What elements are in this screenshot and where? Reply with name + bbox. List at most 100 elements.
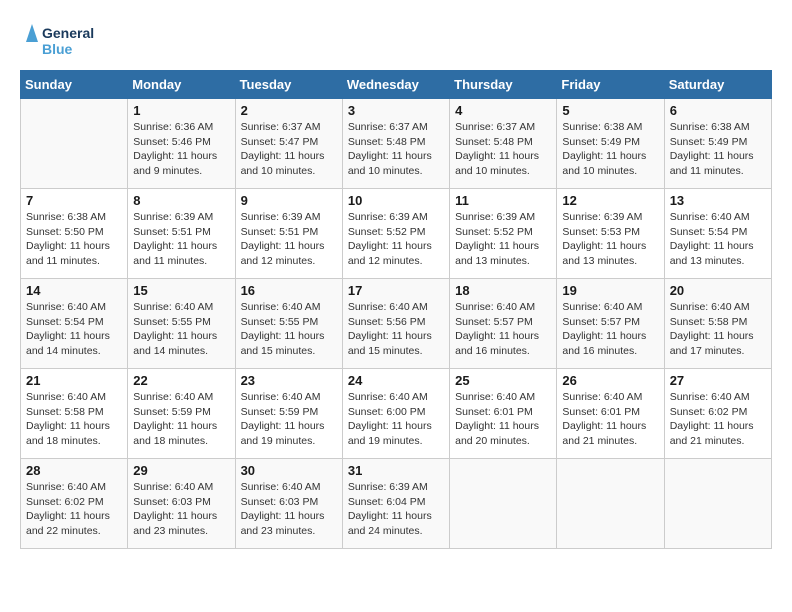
day-info: Sunrise: 6:40 AMSunset: 6:01 PMDaylight:… [562,390,658,449]
day-info: Sunrise: 6:38 AMSunset: 5:49 PMDaylight:… [670,120,766,179]
calendar-cell [664,459,771,549]
calendar-cell: 15 Sunrise: 6:40 AMSunset: 5:55 PMDayligh… [128,279,235,369]
day-number: 27 [670,373,766,388]
calendar-week-row: 7 Sunrise: 6:38 AMSunset: 5:50 PMDaylight… [21,189,772,279]
calendar-cell: 19 Sunrise: 6:40 AMSunset: 5:57 PMDayligh… [557,279,664,369]
day-number: 7 [26,193,122,208]
day-number: 31 [348,463,444,478]
day-info: Sunrise: 6:40 AMSunset: 6:01 PMDaylight:… [455,390,551,449]
day-info: Sunrise: 6:37 AMSunset: 5:48 PMDaylight:… [455,120,551,179]
day-number: 20 [670,283,766,298]
day-number: 18 [455,283,551,298]
calendar-cell: 10 Sunrise: 6:39 AMSunset: 5:52 PMDayligh… [342,189,449,279]
day-number: 15 [133,283,229,298]
day-number: 28 [26,463,122,478]
day-info: Sunrise: 6:40 AMSunset: 5:58 PMDaylight:… [26,390,122,449]
day-number: 3 [348,103,444,118]
calendar-week-row: 1 Sunrise: 6:36 AMSunset: 5:46 PMDaylight… [21,99,772,189]
day-number: 24 [348,373,444,388]
calendar-cell: 6 Sunrise: 6:38 AMSunset: 5:49 PMDaylight… [664,99,771,189]
weekday-header-monday: Monday [128,71,235,99]
day-number: 9 [241,193,337,208]
day-number: 22 [133,373,229,388]
calendar-week-row: 21Sunrise: 6:40 AMSunset: 5:58 PMDayligh… [21,369,772,459]
day-number: 8 [133,193,229,208]
calendar-cell [21,99,128,189]
weekday-header-saturday: Saturday [664,71,771,99]
day-info: Sunrise: 6:40 AMSunset: 6:02 PMDaylight:… [26,480,122,539]
logo: GeneralBlue [20,20,100,60]
day-info: Sunrise: 6:40 AMSunset: 5:58 PMDaylight:… [670,300,766,359]
day-info: Sunrise: 6:40 AMSunset: 6:02 PMDaylight:… [670,390,766,449]
day-info: Sunrise: 6:40 AMSunset: 5:57 PMDaylight:… [455,300,551,359]
day-info: Sunrise: 6:40 AMSunset: 5:54 PMDaylight:… [26,300,122,359]
calendar-week-row: 28 Sunrise: 6:40 AMSunset: 6:02 PMDayligh… [21,459,772,549]
calendar-cell: 16Sunrise: 6:40 AMSunset: 5:55 PMDayligh… [235,279,342,369]
day-number: 12 [562,193,658,208]
calendar-cell: 20 Sunrise: 6:40 AMSunset: 5:58 PMDayligh… [664,279,771,369]
calendar-cell: 24 Sunrise: 6:40 AMSunset: 6:00 PMDayligh… [342,369,449,459]
calendar-table: SundayMondayTuesdayWednesdayThursdayFrid… [20,70,772,549]
day-number: 14 [26,283,122,298]
weekday-header-wednesday: Wednesday [342,71,449,99]
day-number: 11 [455,193,551,208]
day-number: 1 [133,103,229,118]
day-info: Sunrise: 6:38 AMSunset: 5:49 PMDaylight:… [562,120,658,179]
weekday-header-row: SundayMondayTuesdayWednesdayThursdayFrid… [21,71,772,99]
day-info: Sunrise: 6:36 AMSunset: 5:46 PMDaylight:… [133,120,229,179]
day-info: Sunrise: 6:40 AMSunset: 5:59 PMDaylight:… [241,390,337,449]
day-info: Sunrise: 6:39 AMSunset: 5:51 PMDaylight:… [133,210,229,269]
day-info: Sunrise: 6:40 AMSunset: 6:00 PMDaylight:… [348,390,444,449]
svg-text:Blue: Blue [42,41,73,57]
day-info: Sunrise: 6:40 AMSunset: 5:55 PMDaylight:… [133,300,229,359]
day-info: Sunrise: 6:39 AMSunset: 5:53 PMDaylight:… [562,210,658,269]
day-info: Sunrise: 6:40 AMSunset: 5:57 PMDaylight:… [562,300,658,359]
weekday-header-tuesday: Tuesday [235,71,342,99]
day-info: Sunrise: 6:39 AMSunset: 5:51 PMDaylight:… [241,210,337,269]
day-number: 6 [670,103,766,118]
day-info: Sunrise: 6:40 AMSunset: 5:59 PMDaylight:… [133,390,229,449]
day-info: Sunrise: 6:40 AMSunset: 5:54 PMDaylight:… [670,210,766,269]
calendar-cell: 22 Sunrise: 6:40 AMSunset: 5:59 PMDayligh… [128,369,235,459]
svg-text:General: General [42,25,94,41]
day-info: Sunrise: 6:40 AMSunset: 6:03 PMDaylight:… [241,480,337,539]
calendar-cell: 9 Sunrise: 6:39 AMSunset: 5:51 PMDaylight… [235,189,342,279]
calendar-week-row: 14 Sunrise: 6:40 AMSunset: 5:54 PMDayligh… [21,279,772,369]
calendar-cell: 8 Sunrise: 6:39 AMSunset: 5:51 PMDaylight… [128,189,235,279]
day-number: 30 [241,463,337,478]
logo-svg: GeneralBlue [20,20,100,60]
day-number: 10 [348,193,444,208]
day-info: Sunrise: 6:39 AMSunset: 5:52 PMDaylight:… [348,210,444,269]
calendar-cell: 4Sunrise: 6:37 AMSunset: 5:48 PMDaylight… [450,99,557,189]
calendar-cell: 1 Sunrise: 6:36 AMSunset: 5:46 PMDaylight… [128,99,235,189]
day-number: 26 [562,373,658,388]
weekday-header-thursday: Thursday [450,71,557,99]
weekday-header-friday: Friday [557,71,664,99]
calendar-cell: 11Sunrise: 6:39 AMSunset: 5:52 PMDayligh… [450,189,557,279]
calendar-cell: 3 Sunrise: 6:37 AMSunset: 5:48 PMDaylight… [342,99,449,189]
day-info: Sunrise: 6:38 AMSunset: 5:50 PMDaylight:… [26,210,122,269]
calendar-cell: 14 Sunrise: 6:40 AMSunset: 5:54 PMDayligh… [21,279,128,369]
day-info: Sunrise: 6:39 AMSunset: 6:04 PMDaylight:… [348,480,444,539]
calendar-cell: 23 Sunrise: 6:40 AMSunset: 5:59 PMDayligh… [235,369,342,459]
day-number: 19 [562,283,658,298]
calendar-cell: 13 Sunrise: 6:40 AMSunset: 5:54 PMDayligh… [664,189,771,279]
calendar-cell: 31 Sunrise: 6:39 AMSunset: 6:04 PMDayligh… [342,459,449,549]
day-info: Sunrise: 6:40 AMSunset: 6:03 PMDaylight:… [133,480,229,539]
calendar-cell: 28 Sunrise: 6:40 AMSunset: 6:02 PMDayligh… [21,459,128,549]
day-info: Sunrise: 6:37 AMSunset: 5:47 PMDaylight:… [241,120,337,179]
day-info: Sunrise: 6:37 AMSunset: 5:48 PMDaylight:… [348,120,444,179]
day-number: 23 [241,373,337,388]
calendar-cell [557,459,664,549]
calendar-cell [450,459,557,549]
day-number: 16 [241,283,337,298]
calendar-cell: 27 Sunrise: 6:40 AMSunset: 6:02 PMDayligh… [664,369,771,459]
calendar-cell: 7 Sunrise: 6:38 AMSunset: 5:50 PMDaylight… [21,189,128,279]
day-number: 29 [133,463,229,478]
day-number: 17 [348,283,444,298]
calendar-cell: 12 Sunrise: 6:39 AMSunset: 5:53 PMDayligh… [557,189,664,279]
calendar-cell: 5Sunrise: 6:38 AMSunset: 5:49 PMDaylight… [557,99,664,189]
calendar-cell: 26 Sunrise: 6:40 AMSunset: 6:01 PMDayligh… [557,369,664,459]
calendar-cell: 29 Sunrise: 6:40 AMSunset: 6:03 PMDayligh… [128,459,235,549]
day-number: 13 [670,193,766,208]
